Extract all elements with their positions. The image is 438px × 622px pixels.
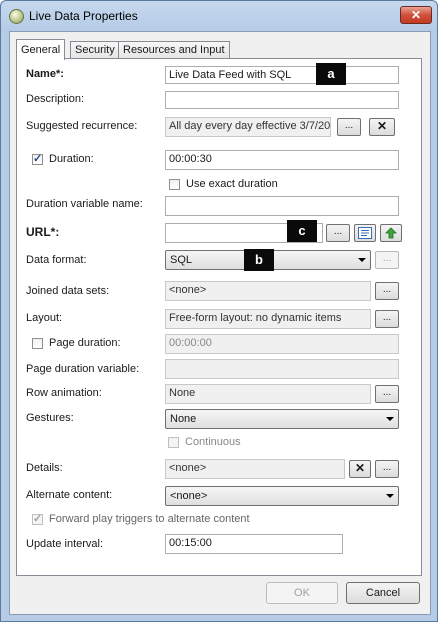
joined-data-sets-button[interactable]: ... bbox=[375, 282, 399, 300]
details-value: <none> bbox=[165, 459, 345, 479]
ok-button[interactable]: OK bbox=[266, 582, 338, 604]
callout-a: a bbox=[316, 63, 346, 85]
app-icon bbox=[9, 9, 24, 24]
details-clear-button[interactable]: ✕ bbox=[349, 460, 371, 478]
chevron-down-icon bbox=[386, 417, 394, 421]
forward-play-label: Forward play triggers to alternate conte… bbox=[49, 513, 250, 525]
continuous-label: Continuous bbox=[185, 436, 241, 448]
forward-play-checkbox[interactable]: ✓ bbox=[32, 513, 43, 525]
alternate-content-label: Alternate content: bbox=[26, 489, 113, 501]
description-label: Description: bbox=[26, 93, 85, 105]
alternate-content-value: <none> bbox=[170, 490, 208, 502]
duration-input[interactable]: 00:00:30 bbox=[165, 150, 399, 170]
duration-label: Duration: bbox=[49, 153, 94, 165]
form-icon bbox=[358, 227, 372, 239]
row-animation-button[interactable]: ... bbox=[375, 385, 399, 403]
exact-duration-checkbox[interactable] bbox=[169, 179, 180, 190]
recurrence-value: All day every day effective 3/7/20 bbox=[165, 117, 331, 137]
data-format-label: Data format: bbox=[26, 254, 87, 266]
page-duration-variable-input[interactable] bbox=[165, 359, 399, 379]
chevron-down-icon bbox=[358, 258, 366, 262]
duration-variable-label: Duration variable name: bbox=[26, 198, 143, 210]
duration-checkbox[interactable]: ✓ bbox=[32, 153, 43, 165]
joined-data-sets-label: Joined data sets: bbox=[26, 285, 110, 297]
recurrence-label: Suggested recurrence: bbox=[26, 120, 138, 132]
joined-data-sets-value: <none> bbox=[165, 281, 371, 301]
row-animation-value: None bbox=[165, 384, 371, 404]
page-duration-checkbox[interactable] bbox=[32, 338, 43, 349]
green-up-arrow-icon bbox=[385, 227, 397, 239]
check-icon: ✓ bbox=[33, 513, 43, 525]
check-icon: ✓ bbox=[33, 153, 43, 165]
gestures-dropdown[interactable]: None bbox=[165, 409, 399, 429]
alternate-content-dropdown[interactable]: <none> bbox=[165, 486, 399, 506]
duration-variable-input[interactable] bbox=[165, 196, 399, 216]
gestures-value: None bbox=[170, 413, 197, 425]
url-builder-button[interactable] bbox=[354, 224, 376, 242]
data-format-value: SQL bbox=[170, 254, 193, 266]
update-interval-label: Update interval: bbox=[26, 538, 104, 550]
tab-security[interactable]: Security bbox=[70, 41, 120, 59]
layout-value: Free-form layout: no dynamic items bbox=[165, 309, 371, 329]
description-input[interactable] bbox=[165, 91, 399, 109]
general-panel: Name*: Live Data Feed with SQL Descripti… bbox=[16, 58, 422, 576]
row-animation-label: Row animation: bbox=[26, 387, 102, 399]
url-label: URL*: bbox=[26, 225, 60, 239]
page-duration-variable-label: Page duration variable: bbox=[26, 363, 140, 375]
layout-label: Layout: bbox=[26, 312, 63, 324]
name-input[interactable]: Live Data Feed with SQL bbox=[165, 66, 399, 84]
recurrence-clear-button[interactable]: ✕ bbox=[369, 118, 395, 136]
cancel-button[interactable]: Cancel bbox=[346, 582, 420, 604]
close-button[interactable]: ✕ bbox=[400, 6, 432, 24]
url-browse-button[interactable]: ... bbox=[326, 224, 350, 242]
continuous-checkbox[interactable] bbox=[168, 437, 179, 448]
layout-button[interactable]: ... bbox=[375, 310, 399, 328]
tab-resources-and-input[interactable]: Resources and Input bbox=[118, 41, 230, 59]
recurrence-browse-button[interactable]: ... bbox=[337, 118, 361, 136]
page-duration-input[interactable]: 00:00:00 bbox=[165, 334, 399, 354]
update-interval-input[interactable]: 00:15:00 bbox=[165, 534, 343, 554]
gestures-label: Gestures: bbox=[26, 412, 74, 424]
name-label: Name*: bbox=[26, 68, 64, 80]
details-button[interactable]: ... bbox=[375, 460, 399, 478]
window-title: Live Data Properties bbox=[29, 9, 138, 23]
tab-general[interactable]: General bbox=[16, 39, 66, 60]
callout-b: b bbox=[244, 249, 274, 271]
url-upload-button[interactable] bbox=[380, 224, 402, 242]
dialog-client-area: General Security Resources and Input Nam… bbox=[9, 31, 431, 615]
details-label: Details: bbox=[26, 462, 63, 474]
title-bar[interactable]: Live Data Properties ✕ bbox=[1, 1, 437, 31]
data-format-options-button[interactable]: ... bbox=[375, 251, 399, 269]
callout-c: c bbox=[287, 220, 317, 242]
properties-dialog: Live Data Properties ✕ General Security … bbox=[0, 0, 438, 622]
page-duration-label: Page duration: bbox=[49, 337, 121, 349]
exact-duration-label: Use exact duration bbox=[186, 178, 278, 190]
chevron-down-icon bbox=[386, 494, 394, 498]
